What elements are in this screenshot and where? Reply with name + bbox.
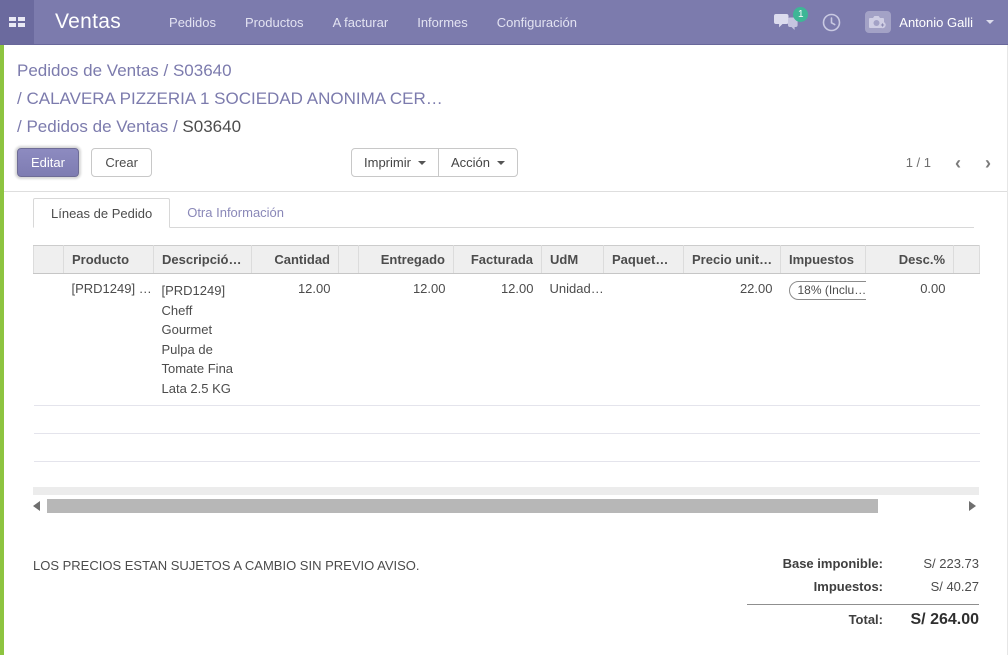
form-sheet: Líneas de Pedido Otra Información Produc…	[4, 192, 1007, 633]
impuestos-label: Impuestos:	[814, 579, 883, 594]
empty-row	[34, 434, 980, 462]
create-button[interactable]: Crear	[91, 148, 152, 177]
cell-descuento[interactable]: 0.00	[866, 274, 954, 406]
totals-block: Base imponible: S/ 223.73 Impuestos: S/ …	[747, 552, 979, 633]
sheet-footer: LOS PRECIOS ESTAN SUJETOS A CAMBIO SIN P…	[33, 552, 979, 633]
menu-pedidos[interactable]: Pedidos	[169, 15, 216, 30]
cell-producto[interactable]: [PRD1249] …	[64, 274, 154, 406]
row-handle-cell	[34, 274, 64, 406]
cell-trailing	[954, 274, 980, 406]
empty-row	[34, 406, 980, 434]
breadcrumb-current: S03640	[182, 117, 241, 136]
menu-a-facturar[interactable]: A facturar	[333, 15, 389, 30]
breadcrumb-link-pedidos-de-ventas-2[interactable]: Pedidos de Ventas	[26, 117, 168, 136]
edit-button[interactable]: Editar	[17, 148, 79, 177]
app-title: Ventas	[55, 10, 121, 34]
base-imponible-label: Base imponible:	[783, 556, 883, 571]
apps-menu-button[interactable]	[0, 0, 34, 44]
messages-count-badge: 1	[793, 7, 808, 22]
col-entregado[interactable]: Entregado	[359, 246, 454, 274]
print-dropdown-button[interactable]: Imprimir	[351, 148, 439, 177]
empty-row	[34, 462, 980, 487]
cell-cantidad[interactable]: 12.00	[252, 274, 339, 406]
tab-otra-informacion[interactable]: Otra Información	[170, 198, 301, 227]
chevron-down-icon	[986, 20, 994, 24]
action-label: Acción	[451, 155, 490, 170]
breadcrumb-separator: /	[168, 117, 182, 136]
list-footer-strip	[33, 487, 979, 495]
col-precio-unitario[interactable]: Precio unit…	[684, 246, 781, 274]
order-lines-table: Producto Descripció… Cantidad Entregado …	[33, 245, 980, 487]
totals-divider	[747, 604, 979, 605]
table-header-row: Producto Descripció… Cantidad Entregado …	[34, 246, 980, 274]
user-name: Antonio Galli	[899, 15, 973, 30]
cell-facturada[interactable]: 12.00	[454, 274, 542, 406]
top-navbar: Ventas Pedidos Productos A facturar Info…	[0, 0, 1008, 45]
breadcrumb-link-pedidos-de-ventas[interactable]: Pedidos de Ventas	[17, 61, 159, 80]
scroll-right-arrow-icon[interactable]	[969, 500, 979, 513]
col-producto[interactable]: Producto	[64, 246, 154, 274]
apps-grid-icon	[9, 17, 25, 27]
menu-informes[interactable]: Informes	[417, 15, 468, 30]
scrollbar-thumb[interactable]	[47, 499, 878, 513]
col-descripcion[interactable]: Descripció…	[154, 246, 252, 274]
breadcrumb: Pedidos de Ventas / S03640 / CALAVERA PI…	[4, 45, 1007, 141]
horizontal-scrollbar[interactable]	[33, 498, 979, 515]
scrollbar-track[interactable]	[47, 499, 965, 513]
page-body: Pedidos de Ventas / S03640 / CALAVERA PI…	[0, 45, 1008, 655]
base-imponible-value: S/ 223.73	[883, 556, 979, 571]
notebook-tabs: Líneas de Pedido Otra Información	[33, 198, 974, 228]
col-paquete[interactable]: Paquet…	[604, 246, 684, 274]
cell-paquete[interactable]	[604, 274, 684, 406]
breadcrumb-link-s03640[interactable]: S03640	[173, 61, 232, 80]
clock-icon	[822, 13, 841, 32]
messages-button[interactable]: 1	[774, 14, 798, 31]
col-cantidad[interactable]: Cantidad	[252, 246, 339, 274]
col-udm[interactable]: UdM	[542, 246, 604, 274]
main-menu: Pedidos Productos A facturar Informes Co…	[169, 15, 577, 30]
col-impuestos[interactable]: Impuestos	[781, 246, 866, 274]
cell-impuestos[interactable]: 18% (Inclu…	[781, 274, 866, 406]
total-label: Total:	[849, 612, 883, 627]
table-row[interactable]: [PRD1249] … [PRD1249] Cheff Gourmet Pulp…	[34, 274, 980, 406]
caret-down-icon	[497, 161, 505, 165]
breadcrumb-link-customer[interactable]: CALAVERA PIZZERIA 1 SOCIEDAD ANONIMA CER…	[26, 89, 442, 108]
terms-note: LOS PRECIOS ESTAN SUJETOS A CAMBIO SIN P…	[33, 558, 420, 633]
cell-spacer	[339, 274, 359, 406]
breadcrumb-separator: /	[159, 61, 173, 80]
total-value: S/ 264.00	[883, 611, 979, 629]
tax-badge: 18% (Inclu…	[789, 281, 866, 300]
scroll-left-arrow-icon[interactable]	[33, 500, 43, 513]
total-row-grand: Total: S/ 264.00	[747, 607, 979, 633]
total-row-base: Base imponible: S/ 223.73	[747, 552, 979, 575]
avatar	[865, 11, 891, 33]
user-menu[interactable]: Antonio Galli	[865, 11, 994, 33]
cell-udm[interactable]: Unidad…	[542, 274, 604, 406]
col-spacer	[339, 246, 359, 274]
cell-entregado[interactable]: 12.00	[359, 274, 454, 406]
col-facturada[interactable]: Facturada	[454, 246, 542, 274]
menu-productos[interactable]: Productos	[245, 15, 304, 30]
col-handle	[34, 246, 64, 274]
impuestos-value: S/ 40.27	[883, 579, 979, 594]
activity-clock-button[interactable]	[822, 13, 841, 32]
print-label: Imprimir	[364, 155, 411, 170]
pager-counter: 1 / 1	[906, 155, 931, 170]
camera-placeholder-icon	[869, 15, 887, 29]
pager-next-button[interactable]: ›	[985, 156, 991, 170]
cell-precio-unitario[interactable]: 22.00	[684, 274, 781, 406]
col-descuento[interactable]: Desc.%	[866, 246, 954, 274]
menu-configuracion[interactable]: Configuración	[497, 15, 577, 30]
action-dropdown-button[interactable]: Acción	[438, 148, 518, 177]
cell-descripcion[interactable]: [PRD1249] Cheff Gourmet Pulpa de Tomate …	[154, 274, 252, 406]
caret-down-icon	[418, 161, 426, 165]
control-panel: Editar Crear Imprimir Acción 1 / 1 ‹ ›	[17, 148, 991, 182]
tab-lineas-de-pedido[interactable]: Líneas de Pedido	[33, 198, 170, 228]
total-row-impuestos: Impuestos: S/ 40.27	[747, 575, 979, 598]
pager-previous-button[interactable]: ‹	[955, 156, 961, 170]
col-trailing	[954, 246, 980, 274]
